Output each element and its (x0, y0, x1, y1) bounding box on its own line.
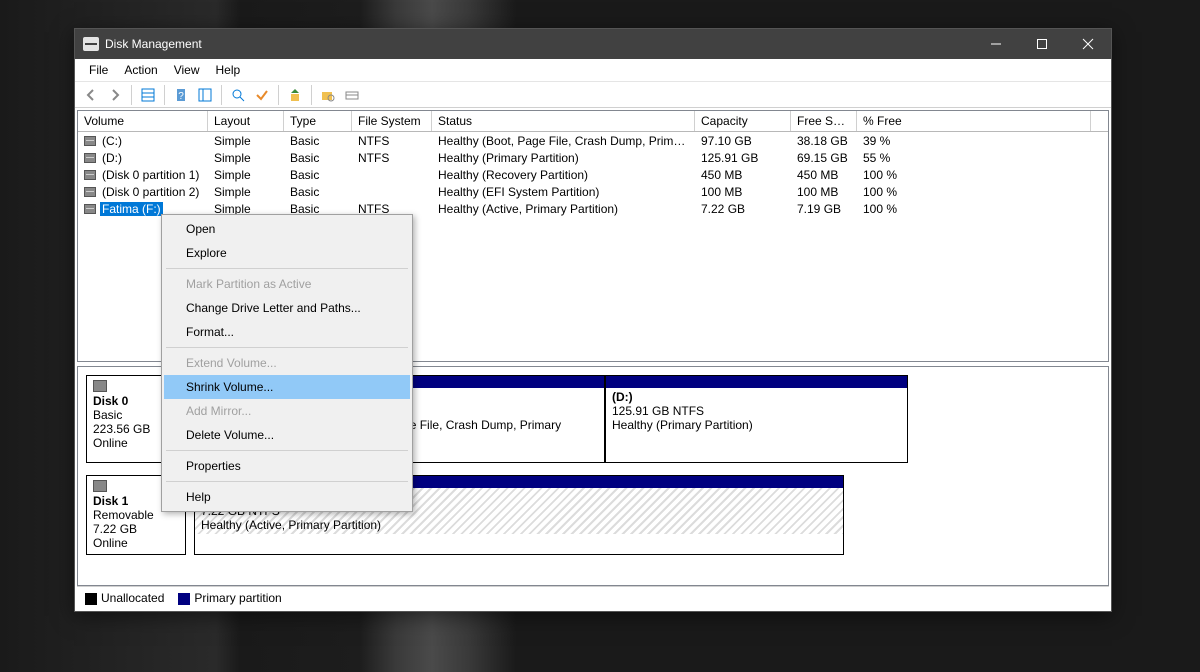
grid-icon[interactable] (138, 85, 158, 105)
col-free[interactable]: Free Spa... (791, 111, 857, 131)
col-capacity[interactable]: Capacity (695, 111, 791, 131)
folder-magnify-icon[interactable] (318, 85, 338, 105)
disk-action-icon[interactable] (342, 85, 362, 105)
menu-item-open[interactable]: Open (164, 217, 410, 241)
disk-icon (84, 204, 96, 214)
disk-icon (93, 380, 107, 392)
volume-row[interactable]: (C:)SimpleBasicNTFSHealthy (Boot, Page F… (78, 132, 1108, 149)
titlebar: Disk Management (75, 29, 1111, 59)
volume-row[interactable]: (Disk 0 partition 1)SimpleBasicHealthy (… (78, 166, 1108, 183)
menu-item-properties[interactable]: Properties (164, 454, 410, 478)
column-headers: Volume Layout Type File System Status Ca… (78, 111, 1108, 132)
menu-separator (166, 347, 408, 348)
menu-item-explore[interactable]: Explore (164, 241, 410, 265)
window-title: Disk Management (105, 37, 202, 51)
menu-item-help[interactable]: Help (164, 485, 410, 509)
menu-view[interactable]: View (166, 61, 208, 79)
up-arrow-icon[interactable] (285, 85, 305, 105)
menu-item-mark-partition-as-active: Mark Partition as Active (164, 272, 410, 296)
legend-primary: Primary partition (178, 591, 281, 605)
volume-row[interactable]: (Disk 0 partition 2)SimpleBasicHealthy (… (78, 183, 1108, 200)
menu-separator (166, 268, 408, 269)
col-volume[interactable]: Volume (78, 111, 208, 131)
col-pctfree[interactable]: % Free (857, 111, 1091, 131)
volume-context-menu: OpenExplore Mark Partition as ActiveChang… (161, 214, 413, 512)
app-icon (83, 37, 99, 51)
svg-text:?: ? (178, 91, 184, 102)
legend: Unallocated Primary partition (77, 586, 1109, 609)
disk-icon (93, 480, 107, 492)
col-status[interactable]: Status (432, 111, 695, 131)
disk-icon (84, 136, 96, 146)
minimize-button[interactable] (973, 29, 1019, 59)
col-type[interactable]: Type (284, 111, 352, 131)
col-filesystem[interactable]: File System (352, 111, 432, 131)
menu-separator (166, 481, 408, 482)
close-button[interactable] (1065, 29, 1111, 59)
menubar: File Action View Help (75, 59, 1111, 82)
menu-item-change-drive-letter-and-paths[interactable]: Change Drive Letter and Paths... (164, 296, 410, 320)
menu-help[interactable]: Help (208, 61, 249, 79)
col-layout[interactable]: Layout (208, 111, 284, 131)
disk-icon (84, 187, 96, 197)
maximize-button[interactable] (1019, 29, 1065, 59)
props-icon[interactable] (195, 85, 215, 105)
menu-file[interactable]: File (81, 61, 116, 79)
disk-icon (84, 170, 96, 180)
toolbar: ? (75, 82, 1111, 108)
forward-button[interactable] (105, 85, 125, 105)
menu-separator (166, 450, 408, 451)
menu-item-format[interactable]: Format... (164, 320, 410, 344)
help-icon[interactable]: ? (171, 85, 191, 105)
menu-item-delete-volume[interactable]: Delete Volume... (164, 423, 410, 447)
menu-action[interactable]: Action (116, 61, 165, 79)
partition[interactable]: (D:)125.91 GB NTFSHealthy (Primary Parti… (605, 375, 908, 463)
check-icon[interactable] (252, 85, 272, 105)
search-icon[interactable] (228, 85, 248, 105)
legend-unallocated: Unallocated (85, 591, 164, 605)
menu-item-shrink-volume[interactable]: Shrink Volume... (164, 375, 410, 399)
menu-item-add-mirror: Add Mirror... (164, 399, 410, 423)
volume-row[interactable]: (D:)SimpleBasicNTFSHealthy (Primary Part… (78, 149, 1108, 166)
disk-icon (84, 153, 96, 163)
back-button[interactable] (81, 85, 101, 105)
menu-item-extend-volume: Extend Volume... (164, 351, 410, 375)
